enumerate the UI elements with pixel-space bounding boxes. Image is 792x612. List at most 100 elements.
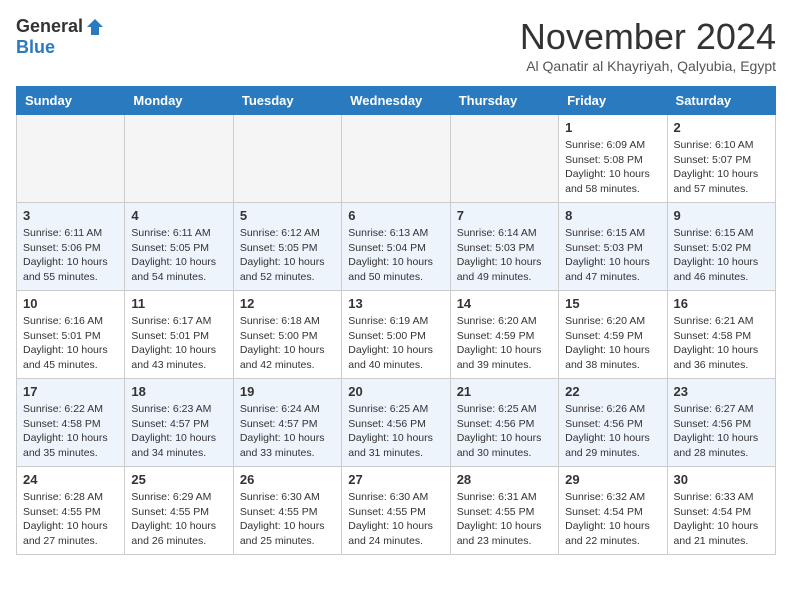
day-number: 7	[457, 208, 552, 223]
cell-info: Sunrise: 6:30 AMSunset: 4:55 PMDaylight:…	[240, 490, 335, 549]
calendar-cell: 21Sunrise: 6:25 AMSunset: 4:56 PMDayligh…	[450, 379, 558, 467]
day-number: 22	[565, 384, 660, 399]
day-number: 30	[674, 472, 769, 487]
weekday-header-monday: Monday	[125, 87, 233, 115]
cell-info: Sunrise: 6:11 AMSunset: 5:05 PMDaylight:…	[131, 226, 226, 285]
calendar-body: 1 Sunrise: 6:09 AMSunset: 5:08 PMDaylight…	[17, 115, 776, 555]
calendar-week-row: 24Sunrise: 6:28 AMSunset: 4:55 PMDayligh…	[17, 467, 776, 555]
logo: General Blue	[16, 16, 105, 58]
day-number: 25	[131, 472, 226, 487]
day-number: 8	[565, 208, 660, 223]
calendar-cell: 19 Sunrise: 6:24 AMSunset: 4:57 PMDayligh…	[233, 379, 341, 467]
cell-info: Sunrise: 6:32 AMSunset: 4:54 PMDaylight:…	[565, 490, 660, 549]
logo-general-text: General	[16, 16, 83, 37]
weekday-header-wednesday: Wednesday	[342, 87, 450, 115]
calendar-cell: 10Sunrise: 6:16 AMSunset: 5:01 PMDayligh…	[17, 291, 125, 379]
cell-info: Sunrise: 6:24 AMSunset: 4:57 PMDaylight:…	[240, 402, 335, 461]
day-number: 9	[674, 208, 769, 223]
calendar-week-row: 17Sunrise: 6:22 AMSunset: 4:58 PMDayligh…	[17, 379, 776, 467]
cell-info: Sunrise: 6:25 AMSunset: 4:56 PMDaylight:…	[348, 402, 443, 461]
calendar-week-row: 10Sunrise: 6:16 AMSunset: 5:01 PMDayligh…	[17, 291, 776, 379]
day-number: 20	[348, 384, 443, 399]
calendar-cell: 2 Sunrise: 6:10 AMSunset: 5:07 PMDaylight…	[667, 115, 775, 203]
cell-info: Sunrise: 6:20 AMSunset: 4:59 PMDaylight:…	[565, 314, 660, 373]
calendar-cell	[233, 115, 341, 203]
calendar-cell: 11Sunrise: 6:17 AMSunset: 5:01 PMDayligh…	[125, 291, 233, 379]
day-number: 21	[457, 384, 552, 399]
cell-info: Sunrise: 6:27 AMSunset: 4:56 PMDaylight:…	[674, 402, 769, 461]
cell-info: Sunrise: 6:26 AMSunset: 4:56 PMDaylight:…	[565, 402, 660, 461]
calendar-cell: 25 Sunrise: 6:29 AMSunset: 4:55 PMDayligh…	[125, 467, 233, 555]
cell-info: Sunrise: 6:12 AMSunset: 5:05 PMDaylight:…	[240, 226, 335, 285]
logo-blue-text: Blue	[16, 37, 55, 58]
day-number: 23	[674, 384, 769, 399]
calendar-cell: 8 Sunrise: 6:15 AMSunset: 5:03 PMDaylight…	[559, 203, 667, 291]
cell-info: Sunrise: 6:30 AMSunset: 4:55 PMDaylight:…	[348, 490, 443, 549]
day-number: 18	[131, 384, 226, 399]
cell-info: Sunrise: 6:13 AMSunset: 5:04 PMDaylight:…	[348, 226, 443, 285]
calendar-cell: 15Sunrise: 6:20 AMSunset: 4:59 PMDayligh…	[559, 291, 667, 379]
day-number: 26	[240, 472, 335, 487]
calendar-cell: 20 Sunrise: 6:25 AMSunset: 4:56 PMDayligh…	[342, 379, 450, 467]
calendar-cell: 24Sunrise: 6:28 AMSunset: 4:55 PMDayligh…	[17, 467, 125, 555]
location-subtitle: Al Qanatir al Khayriyah, Qalyubia, Egypt	[520, 58, 776, 74]
calendar-cell	[17, 115, 125, 203]
calendar-cell: 4Sunrise: 6:11 AMSunset: 5:05 PMDaylight…	[125, 203, 233, 291]
calendar-week-row: 1 Sunrise: 6:09 AMSunset: 5:08 PMDaylight…	[17, 115, 776, 203]
calendar-cell	[125, 115, 233, 203]
weekday-header-thursday: Thursday	[450, 87, 558, 115]
title-section: November 2024 Al Qanatir al Khayriyah, Q…	[520, 16, 776, 74]
cell-info: Sunrise: 6:09 AMSunset: 5:08 PMDaylight:…	[565, 138, 660, 197]
cell-info: Sunrise: 6:18 AMSunset: 5:00 PMDaylight:…	[240, 314, 335, 373]
cell-info: Sunrise: 6:19 AMSunset: 5:00 PMDaylight:…	[348, 314, 443, 373]
day-number: 12	[240, 296, 335, 311]
calendar-week-row: 3 Sunrise: 6:11 AMSunset: 5:06 PMDaylight…	[17, 203, 776, 291]
weekday-header-row: SundayMondayTuesdayWednesdayThursdayFrid…	[17, 87, 776, 115]
calendar-cell: 16 Sunrise: 6:21 AMSunset: 4:58 PMDayligh…	[667, 291, 775, 379]
weekday-header-friday: Friday	[559, 87, 667, 115]
calendar-cell: 27 Sunrise: 6:30 AMSunset: 4:55 PMDayligh…	[342, 467, 450, 555]
cell-info: Sunrise: 6:15 AMSunset: 5:03 PMDaylight:…	[565, 226, 660, 285]
calendar-cell: 28Sunrise: 6:31 AMSunset: 4:55 PMDayligh…	[450, 467, 558, 555]
logo-icon	[85, 17, 105, 37]
calendar-cell: 9 Sunrise: 6:15 AMSunset: 5:02 PMDaylight…	[667, 203, 775, 291]
page-header: General Blue November 2024 Al Qanatir al…	[16, 16, 776, 74]
cell-info: Sunrise: 6:31 AMSunset: 4:55 PMDaylight:…	[457, 490, 552, 549]
calendar-cell: 7 Sunrise: 6:14 AMSunset: 5:03 PMDaylight…	[450, 203, 558, 291]
calendar-cell	[342, 115, 450, 203]
day-number: 19	[240, 384, 335, 399]
cell-info: Sunrise: 6:21 AMSunset: 4:58 PMDaylight:…	[674, 314, 769, 373]
cell-info: Sunrise: 6:17 AMSunset: 5:01 PMDaylight:…	[131, 314, 226, 373]
day-number: 27	[348, 472, 443, 487]
calendar-table: SundayMondayTuesdayWednesdayThursdayFrid…	[16, 86, 776, 555]
calendar-cell: 12 Sunrise: 6:18 AMSunset: 5:00 PMDayligh…	[233, 291, 341, 379]
calendar-cell: 30Sunrise: 6:33 AMSunset: 4:54 PMDayligh…	[667, 467, 775, 555]
calendar-cell: 13 Sunrise: 6:19 AMSunset: 5:00 PMDayligh…	[342, 291, 450, 379]
cell-info: Sunrise: 6:11 AMSunset: 5:06 PMDaylight:…	[23, 226, 118, 285]
day-number: 16	[674, 296, 769, 311]
cell-info: Sunrise: 6:15 AMSunset: 5:02 PMDaylight:…	[674, 226, 769, 285]
calendar-cell: 18Sunrise: 6:23 AMSunset: 4:57 PMDayligh…	[125, 379, 233, 467]
calendar-cell: 26 Sunrise: 6:30 AMSunset: 4:55 PMDayligh…	[233, 467, 341, 555]
day-number: 10	[23, 296, 118, 311]
day-number: 24	[23, 472, 118, 487]
cell-info: Sunrise: 6:22 AMSunset: 4:58 PMDaylight:…	[23, 402, 118, 461]
day-number: 29	[565, 472, 660, 487]
weekday-header-tuesday: Tuesday	[233, 87, 341, 115]
day-number: 13	[348, 296, 443, 311]
day-number: 14	[457, 296, 552, 311]
calendar-cell: 3 Sunrise: 6:11 AMSunset: 5:06 PMDaylight…	[17, 203, 125, 291]
day-number: 6	[348, 208, 443, 223]
calendar-cell: 17Sunrise: 6:22 AMSunset: 4:58 PMDayligh…	[17, 379, 125, 467]
cell-info: Sunrise: 6:10 AMSunset: 5:07 PMDaylight:…	[674, 138, 769, 197]
month-title: November 2024	[520, 16, 776, 58]
day-number: 3	[23, 208, 118, 223]
calendar-cell	[450, 115, 558, 203]
cell-info: Sunrise: 6:29 AMSunset: 4:55 PMDaylight:…	[131, 490, 226, 549]
cell-info: Sunrise: 6:14 AMSunset: 5:03 PMDaylight:…	[457, 226, 552, 285]
day-number: 2	[674, 120, 769, 135]
calendar-cell: 14 Sunrise: 6:20 AMSunset: 4:59 PMDayligh…	[450, 291, 558, 379]
cell-info: Sunrise: 6:20 AMSunset: 4:59 PMDaylight:…	[457, 314, 552, 373]
day-number: 1	[565, 120, 660, 135]
day-number: 5	[240, 208, 335, 223]
